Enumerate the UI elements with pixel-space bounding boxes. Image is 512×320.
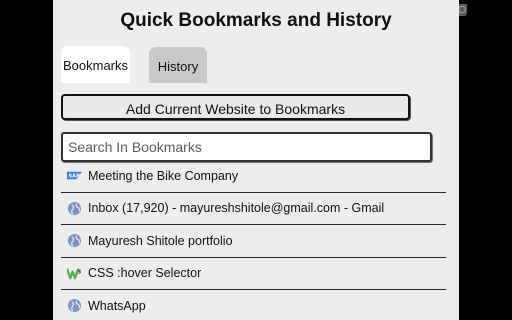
svg-text:3: 3 — [77, 269, 81, 275]
tab-history[interactable]: History — [149, 47, 207, 83]
bookmark-item[interactable]: WhatsApp — [61, 290, 446, 320]
bookmark-list: SAP Meeting the Bike Company Inbox (17,9… — [61, 160, 446, 320]
bookmark-label: Meeting the Bike Company — [88, 168, 239, 183]
svg-text:SAP: SAP — [68, 174, 80, 180]
search-input[interactable] — [61, 132, 432, 162]
sap-icon: SAP — [67, 172, 82, 180]
bookmark-label: WhatsApp — [88, 298, 146, 313]
globe-icon — [67, 201, 82, 215]
bookmark-label: Inbox (17,920) - mayureshshitole@gmail.c… — [88, 201, 385, 216]
globe-icon — [67, 299, 82, 313]
tab-bookmarks[interactable]: Bookmarks — [61, 46, 130, 83]
browser-edge-corner: ○ — [457, 0, 512, 20]
w3schools-icon: 3 — [67, 268, 81, 280]
globe-icon — [67, 234, 82, 248]
bookmarks-popup: Quick Bookmarks and History Bookmarks Hi… — [53, 0, 459, 320]
bookmark-item[interactable]: 3 CSS :hover Selector — [61, 258, 446, 290]
bookmark-item[interactable]: Inbox (17,920) - mayureshshitole@gmail.c… — [61, 193, 446, 225]
bookmark-item[interactable]: SAP Meeting the Bike Company — [61, 160, 446, 193]
popup-title: Quick Bookmarks and History — [120, 10, 392, 31]
bookmark-item[interactable]: Mayuresh Shitole portfolio — [61, 225, 446, 258]
bookmark-label: CSS :hover Selector — [88, 266, 202, 281]
bookmark-label: Mayuresh Shitole portfolio — [88, 233, 233, 248]
add-bookmark-button[interactable]: Add Current Website to Bookmarks — [61, 94, 410, 120]
